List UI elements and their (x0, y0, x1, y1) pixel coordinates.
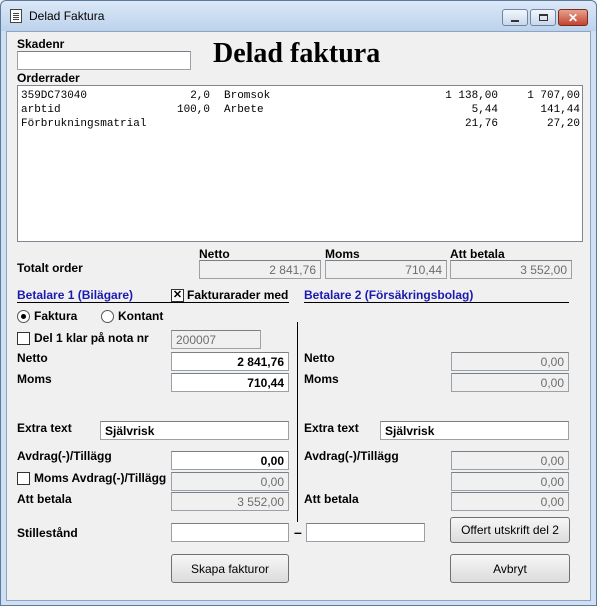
del1-label: Del 1 klar på nota nr (34, 331, 149, 345)
stillestand-dash: – (294, 524, 302, 540)
check-icon: ✕ (172, 289, 183, 301)
row-price: 5,44 (471, 104, 498, 116)
payer1-header: Betalare 1 (Bilägare) (17, 288, 134, 302)
row-price: 21,76 (464, 118, 498, 130)
skapa-fakturor-label: Skapa fakturor (190, 561, 270, 576)
window-title: Delad Faktura (29, 9, 105, 23)
payer1-avdrag-field[interactable]: 0,00 (171, 451, 289, 470)
payer2-netto-label: Netto (304, 351, 335, 365)
row-desc: Bromsok (224, 90, 271, 102)
payer2-netto-field: 0,00 (451, 352, 569, 371)
faktura-radio[interactable] (17, 310, 30, 323)
row-code: Förbrukningsmatrial (21, 118, 147, 130)
payer1-att-field: 3 552,00 (171, 492, 289, 511)
dialog-window: Delad Faktura ✕ Skadenr Delad faktura Or… (0, 0, 597, 606)
row-desc: Arbete (224, 104, 264, 116)
payer2-avdrag-label: Avdrag(-)/Tillägg (304, 449, 399, 463)
close-button[interactable]: ✕ (558, 9, 588, 26)
column-divider (297, 322, 298, 522)
del1-checkbox[interactable] (17, 332, 30, 345)
payer2-moms-label: Moms (304, 372, 339, 386)
list-item[interactable]: 359DC73040 2,0 Bromsok 1 138,00 1 707,00 (18, 90, 582, 104)
payer1-momsavdrag-field: 0,00 (171, 472, 289, 491)
avbryt-label: Avbryt (493, 561, 527, 576)
totals-att-label: Att betala (450, 247, 505, 261)
momsavdrag-checkbox[interactable] (17, 472, 30, 485)
faktura-radio-label: Faktura (34, 309, 78, 323)
kontant-radio[interactable] (101, 310, 114, 323)
stillestand-label: Stillestånd (17, 526, 78, 540)
payer1-extra-field[interactable]: Självrisk (100, 421, 289, 440)
payer2-momsavdrag-field: 0,00 (451, 472, 569, 491)
row-sum: 141,44 (540, 104, 580, 116)
offert-utskrift-button[interactable]: Offert utskrift del 2 (450, 517, 570, 543)
minimize-button[interactable] (502, 9, 528, 26)
document-icon (10, 9, 22, 23)
maximize-icon (538, 14, 548, 21)
payer1-netto-field[interactable]: 2 841,76 (171, 352, 289, 371)
nota-nr-field: 200007 (171, 330, 261, 349)
totals-netto-label: Netto (199, 247, 230, 261)
orderrader-list[interactable]: 359DC73040 2,0 Bromsok 1 138,00 1 707,00… (17, 85, 583, 242)
totals-att-field: 3 552,00 (450, 260, 572, 279)
payer1-netto-label: Netto (17, 351, 48, 365)
payer2-att-field: 0,00 (451, 492, 569, 511)
row-sum: 1 707,00 (527, 90, 580, 102)
row-code: 359DC73040 (21, 90, 88, 102)
skadenr-label: Skadenr (17, 37, 65, 51)
totals-moms-field: 710,44 (325, 260, 447, 279)
orderrader-label: Orderrader (17, 71, 80, 85)
payer1-moms-field[interactable]: 710,44 (171, 373, 289, 392)
offert-utskrift-label: Offert utskrift del 2 (461, 523, 559, 537)
stillestand-to-field[interactable] (306, 523, 425, 542)
avbryt-button[interactable]: Avbryt (450, 554, 570, 583)
stillestand-from-field[interactable] (171, 523, 289, 542)
fakturarader-label: Fakturarader med (187, 288, 289, 302)
skapa-fakturor-button[interactable]: Skapa fakturor (171, 554, 289, 583)
payer2-att-label: Att betala (304, 492, 359, 506)
payer1-avdrag-label: Avdrag(-)/Tillägg (17, 449, 112, 463)
row-code: arbtid (21, 104, 61, 116)
minimize-icon (511, 19, 519, 22)
payer1-att-label: Att betala (17, 492, 72, 506)
totalt-order-label: Totalt order (17, 261, 83, 275)
maximize-button[interactable] (530, 9, 556, 26)
fakturarader-checkbox[interactable]: ✕ (171, 289, 184, 302)
payer2-extra-label: Extra text (304, 421, 359, 435)
kontant-radio-label: Kontant (118, 309, 164, 323)
title-bar[interactable]: Delad Faktura ✕ (1, 1, 596, 31)
payer2-moms-field: 0,00 (451, 373, 569, 392)
payer2-header: Betalare 2 (Försäkringsbolag) (304, 288, 474, 302)
row-qty: 100,0 (176, 104, 210, 116)
payer1-divider (17, 302, 289, 303)
payer1-extra-label: Extra text (17, 421, 72, 435)
list-item[interactable]: Förbrukningsmatrial 21,76 27,20 (18, 118, 582, 132)
list-item[interactable]: arbtid 100,0 Arbete 5,44 141,44 (18, 104, 582, 118)
row-price: 1 138,00 (445, 90, 498, 102)
payer1-moms-label: Moms (17, 372, 52, 386)
row-qty: 2,0 (190, 90, 210, 102)
totals-moms-label: Moms (325, 247, 360, 261)
totals-netto-field: 2 841,76 (199, 260, 321, 279)
skadenr-field[interactable] (17, 51, 191, 70)
close-icon: ✕ (567, 10, 579, 25)
payer2-avdrag-field: 0,00 (451, 451, 569, 470)
page-title: Delad faktura (213, 38, 381, 69)
dialog-client-area: Skadenr Delad faktura Orderrader 359DC73… (6, 31, 591, 601)
payer2-extra-field[interactable]: Självrisk (380, 421, 569, 440)
momsavdrag-label: Moms Avdrag(-)/Tillägg (34, 471, 167, 485)
row-sum: 27,20 (546, 118, 580, 130)
payer2-divider (304, 302, 569, 303)
